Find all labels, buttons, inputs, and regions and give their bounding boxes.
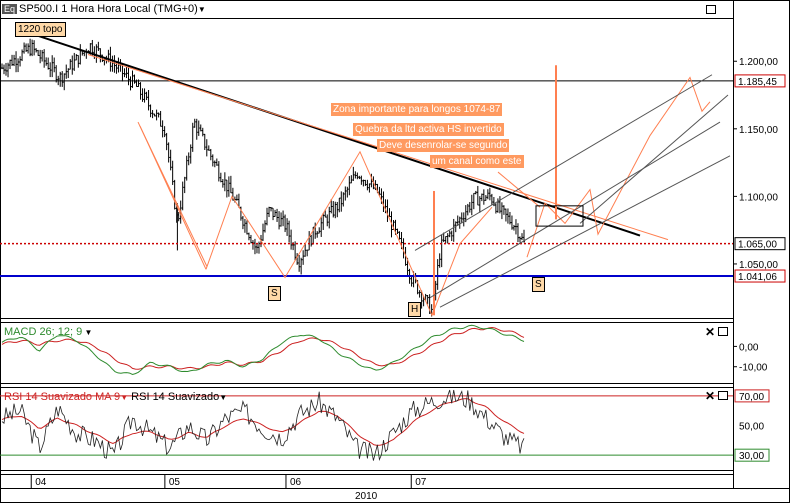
macd-header[interactable]: MACD 26; 12; 9 ▼ [4,326,92,338]
rsi-header: RSI 14 Suavizado MA 9▼ RSI 14 Suavizado▼ [4,391,227,403]
year-label: 2010 [355,491,378,502]
close-icon[interactable]: ✕ [705,326,715,338]
price-axis-label: 1.150,00 [739,125,778,136]
chart-header: Eq SP500.I 1 Hora Hora Local (TMG+0)▼ [2,3,206,15]
maximize-icon[interactable] [718,391,728,400]
head-label: H [408,302,422,317]
macd-panel-frame [0,322,734,384]
maximize-icon[interactable] [718,327,728,336]
chart-title[interactable]: SP500.I 1 Hora Hora Local (TMG+0) [19,3,198,15]
price-level-value: 1.065,00 [738,240,777,251]
triangle-down-icon[interactable]: ▼ [219,393,227,402]
price-level-value: 1.041,06 [738,272,777,283]
close-icon[interactable]: ✕ [705,390,715,402]
price-axis-label: 1.050,00 [739,260,778,271]
maximize-icon[interactable] [706,5,716,14]
channel-extra [579,94,729,224]
triangle-down-icon[interactable]: ▼ [120,393,128,402]
chart-window: 1.185,45 1.065,00 1.041,06 1.200,00 1.150,00… [0,0,790,503]
rsi-axis-label: 50,00 [739,422,764,433]
window-frame [0,0,790,503]
macd-axis-label: 0,00 [739,342,759,353]
price-axis-label: 1.100,00 [739,192,778,203]
time-axis-label: 06 [290,477,302,488]
price-bars [1,38,525,317]
symbol-badge[interactable]: Eq [2,4,18,14]
annotation-break: Quebra da ltd activa HS invertido [353,123,504,136]
annotation-unfold: Deve desenrolar-se segundo [377,139,510,152]
price-level-value: 1.185,45 [738,77,777,88]
downtrend-line [24,30,641,237]
shoulder-label-right: S [532,277,545,292]
time-axis-label: 05 [169,477,181,488]
rsi-title[interactable]: RSI 14 Suavizado [131,391,219,403]
triangle-down-icon[interactable]: ▼ [198,5,206,14]
annotation-zone: Zona importante para longos 1074-87 [331,103,503,116]
chart-canvas: 1.185,45 1.065,00 1.041,06 1.200,00 1.150,00… [0,0,790,503]
top-label: 1220 topo [15,22,66,37]
macd-title: MACD 26; 12; 9 [4,326,83,338]
rsi-axis-label: 30,00 [739,451,764,462]
macd-axis-label: -10,00 [739,363,768,374]
shoulder-label-left: S [268,286,281,301]
time-axis-label: 07 [415,477,427,488]
annotation-projection [526,76,711,258]
rsi-ma-title[interactable]: RSI 14 Suavizado MA 9 [4,391,120,403]
rsi-axis-label: 70,00 [739,392,764,403]
annotation-channel: um canal como este [430,155,524,168]
triangle-down-icon[interactable]: ▼ [82,328,92,337]
channel-bottom [439,155,731,308]
time-axis-label: 04 [35,477,47,488]
price-axis-label: 1.200,00 [739,57,778,68]
annotation-left-shoulder-down [139,125,207,270]
